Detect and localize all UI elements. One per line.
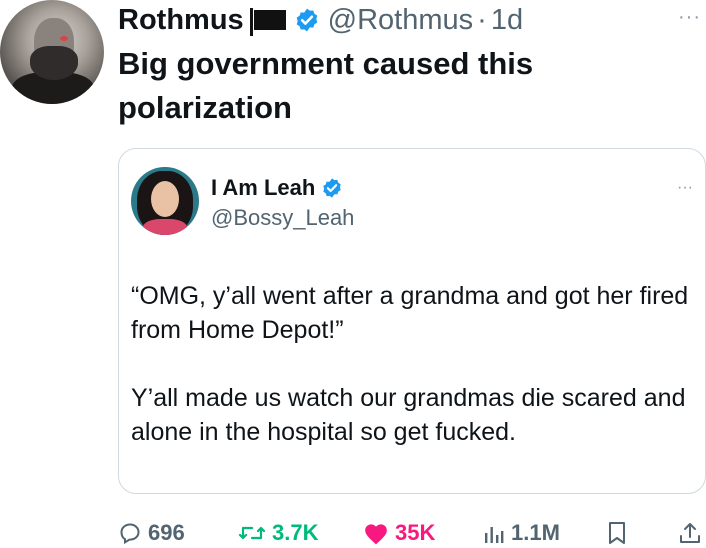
action-bar: 696 3.7K 35K 1.1M (118, 520, 706, 548)
view-count: 1.1M (511, 520, 560, 545)
bookmark-icon (609, 522, 625, 544)
bookmark-button[interactable] (606, 520, 634, 546)
share-button[interactable] (678, 520, 706, 546)
tweet-text: Big government caused this polarization (118, 46, 534, 125)
views-chart-icon (485, 527, 504, 543)
tweet-header: Rothmus @Rothmus · 1d (118, 2, 523, 38)
quoted-author-avatar[interactable] (131, 167, 199, 235)
like-button[interactable]: 35K (363, 520, 435, 546)
separator-dot: · (477, 3, 487, 36)
retweet-count: 3.7K (272, 520, 319, 545)
views-button[interactable]: 1.1M (483, 520, 560, 546)
reply-count: 696 (148, 520, 185, 545)
reply-icon (120, 523, 140, 545)
author-avatar[interactable] (0, 0, 104, 104)
quoted-tweet-text: “OMG, y’all went after a grandma and got… (131, 279, 691, 449)
avatar-top (143, 219, 187, 235)
verified-badge-icon (323, 178, 342, 198)
reply-button[interactable]: 696 (118, 520, 185, 546)
avatar-face (151, 181, 179, 217)
share-icon (680, 523, 700, 543)
retweet-button[interactable]: 3.7K (238, 520, 318, 546)
quoted-name-row: I Am Leah (211, 175, 343, 201)
like-count: 35K (395, 520, 436, 545)
author-name[interactable]: Rothmus (118, 4, 244, 37)
more-options-icon[interactable]: ··· (678, 6, 701, 29)
quoted-author-handle[interactable]: @Bossy_Leah (211, 205, 354, 231)
avatar-figure-eye (60, 36, 68, 41)
author-handle[interactable]: @Rothmus (328, 4, 473, 37)
heart-icon (365, 524, 387, 545)
verified-badge-icon (296, 8, 317, 32)
retweet-icon (238, 526, 266, 540)
post-time[interactable]: 1d (491, 4, 523, 37)
avatar-figure-beard (30, 46, 78, 80)
quoted-paragraph-2: Y’all made us watch our grandmas die sca… (131, 384, 686, 446)
quoted-author-name[interactable]: I Am Leah (211, 175, 315, 201)
black-flag-icon (249, 8, 286, 36)
quoted-tweet-card[interactable]: I Am Leah @Bossy_Leah ··· “OMG, y’all we… (118, 148, 706, 494)
quoted-more-options-icon[interactable]: ··· (677, 179, 693, 197)
quoted-paragraph-1: “OMG, y’all went after a grandma and got… (131, 282, 689, 344)
